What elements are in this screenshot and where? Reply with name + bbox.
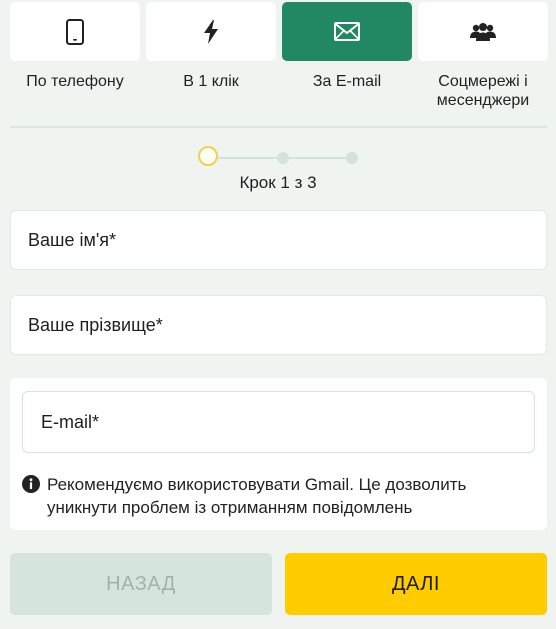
tab-one-click-label: В 1 клік — [183, 73, 239, 90]
tab-social-label-line1: Соцмережі і — [438, 73, 528, 90]
info-icon — [22, 475, 40, 493]
tab-social[interactable]: Соцмережі і месенджери — [418, 2, 548, 110]
last-name-field[interactable]: Ваше прізвище* — [10, 295, 547, 355]
email-field[interactable]: E-mail* — [22, 391, 535, 453]
tab-one-click[interactable]: В 1 клік — [146, 2, 276, 110]
envelope-icon — [334, 22, 360, 41]
registration-method-tabs: По телефону В 1 клік За E-mail Соцмережі… — [10, 2, 548, 110]
step-connector-2 — [289, 157, 349, 159]
first-name-field[interactable]: Ваше ім'я* — [10, 210, 547, 270]
next-button[interactable]: ДАЛІ — [285, 553, 547, 615]
tab-email-button[interactable] — [282, 2, 412, 61]
tab-social-label-line2: месенджери — [436, 92, 530, 109]
tab-social-button[interactable] — [418, 2, 548, 61]
progress-stepper — [198, 146, 358, 170]
hint-line-2: уникнути проблем із отриманням повідомле… — [47, 498, 413, 517]
lightning-icon — [203, 19, 219, 44]
email-placeholder: E-mail* — [41, 411, 100, 432]
email-card: E-mail* Рекомендуємо використовувати Gma… — [10, 378, 547, 530]
tab-email[interactable]: За E-mail — [282, 2, 412, 110]
hint-text: Рекомендуємо використовувати Gmail. Це д… — [47, 473, 466, 519]
hint-line-1: Рекомендуємо використовувати Gmail. Це д… — [47, 475, 467, 494]
tab-email-label: За E-mail — [312, 73, 382, 90]
back-button[interactable]: НАЗАД — [10, 553, 272, 615]
tab-phone-button[interactable] — [10, 2, 140, 61]
step-caption: Крок 1 з 3 — [239, 173, 317, 192]
tab-social-label: Соцмережі і месенджери — [418, 72, 548, 110]
first-name-placeholder: Ваше ім'я* — [28, 229, 117, 250]
phone-icon — [65, 18, 85, 45]
last-name-placeholder: Ваше прізвище* — [28, 314, 163, 335]
tabs-divider — [10, 126, 547, 128]
tab-phone[interactable]: По телефону — [10, 2, 140, 110]
gmail-hint: Рекомендуємо використовувати Gmail. Це д… — [22, 473, 537, 519]
step-3-dot — [346, 152, 358, 164]
step-connector-1 — [218, 157, 283, 159]
users-icon — [470, 22, 496, 42]
step-2-dot — [277, 152, 289, 164]
tab-one-click-button[interactable] — [146, 2, 276, 61]
tab-phone-label: По телефону — [26, 73, 124, 90]
step-1-dot-current — [198, 146, 218, 166]
